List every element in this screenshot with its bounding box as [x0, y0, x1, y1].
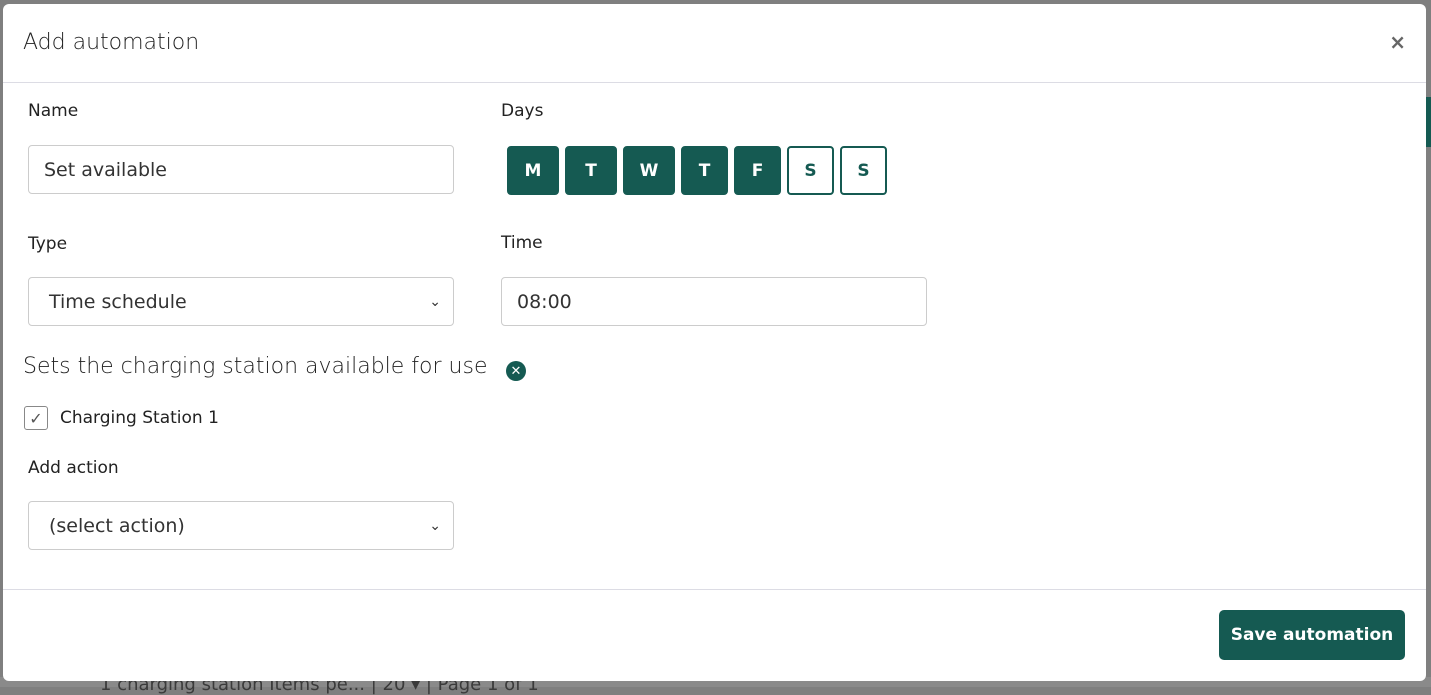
- name-input[interactable]: Set available: [28, 145, 454, 194]
- dialog-title: Add automation: [23, 30, 200, 55]
- day-tuesday[interactable]: T: [565, 146, 617, 195]
- add-action-label: Add action: [28, 458, 119, 478]
- day-thursday[interactable]: T: [681, 146, 728, 195]
- action-description: Sets the charging station available for …: [23, 354, 488, 379]
- day-sunday[interactable]: S: [840, 146, 887, 195]
- day-wednesday[interactable]: W: [623, 146, 675, 195]
- add-action-select[interactable]: (select action) ⌄: [28, 501, 454, 550]
- chevron-down-icon: ⌄: [429, 517, 441, 534]
- dialog-footer-divider: [3, 589, 1426, 590]
- type-select[interactable]: Time schedule ⌄: [28, 277, 454, 326]
- type-label: Type: [28, 234, 68, 254]
- add-automation-dialog: Add automation × Name Set available Days…: [3, 4, 1426, 681]
- name-label: Name: [28, 101, 79, 121]
- station-checkbox[interactable]: ✓: [24, 406, 48, 430]
- dialog-header: Add automation ×: [3, 4, 1426, 83]
- checkmark-icon: ✓: [29, 408, 43, 428]
- close-icon[interactable]: ×: [1389, 30, 1406, 54]
- day-saturday[interactable]: S: [787, 146, 834, 195]
- days-selector: M T W T F S S: [507, 146, 887, 195]
- time-input[interactable]: 08:00: [501, 277, 927, 326]
- time-label: Time: [501, 233, 543, 253]
- day-monday[interactable]: M: [507, 146, 559, 195]
- remove-action-icon[interactable]: ✕: [506, 361, 526, 381]
- add-action-value: (select action): [49, 514, 185, 537]
- type-value: Time schedule: [49, 290, 187, 313]
- station-label: Charging Station 1: [60, 408, 219, 428]
- day-friday[interactable]: F: [734, 146, 781, 195]
- chevron-down-icon: ⌄: [429, 293, 441, 310]
- save-automation-button[interactable]: Save automation: [1219, 610, 1405, 660]
- days-label: Days: [501, 101, 544, 121]
